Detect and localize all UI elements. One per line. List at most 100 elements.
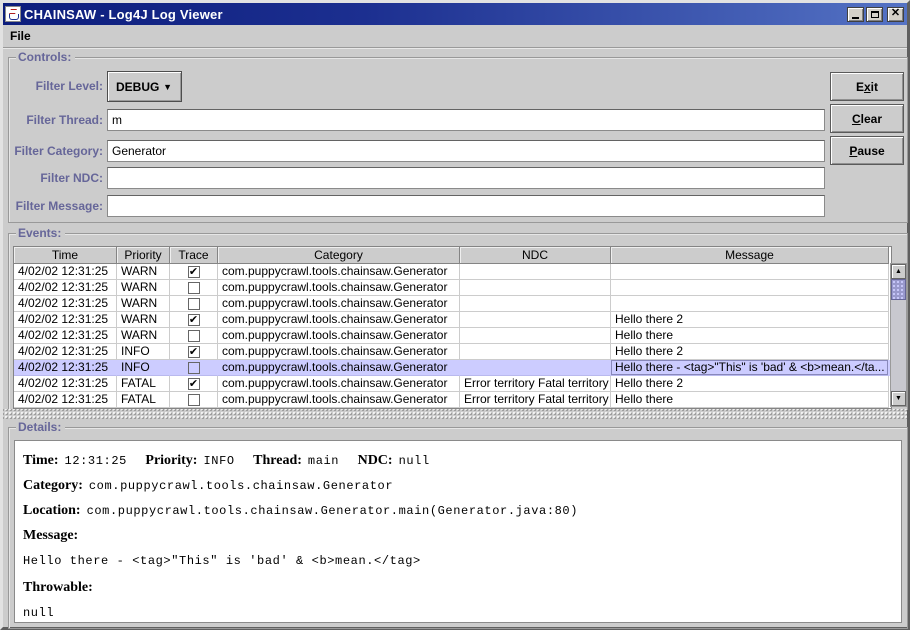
cell-message[interactable] xyxy=(611,296,889,312)
filter-level-combobox[interactable]: DEBUG ▼ xyxy=(107,71,182,102)
cell-time[interactable]: 4/02/02 12:31:25 xyxy=(14,392,117,408)
table-row[interactable]: 4/02/02 12:31:25WARN com.puppycrawl.tools… xyxy=(14,296,891,312)
pause-button[interactable]: Pause xyxy=(830,136,904,165)
cell-ndc[interactable] xyxy=(460,296,611,312)
cell-category[interactable]: com.puppycrawl.tools.chainsaw.Generator xyxy=(218,376,460,392)
scroll-down-button[interactable]: ▼ xyxy=(891,391,906,406)
filter-ndc-input[interactable] xyxy=(107,167,825,189)
table-row[interactable]: 4/02/02 12:31:25WARN ✔ com.puppycrawl.tool… xyxy=(14,312,891,328)
cell-category[interactable]: com.puppycrawl.tools.chainsaw.Generator xyxy=(218,264,460,280)
cell-time[interactable]: 4/02/02 12:31:25 xyxy=(14,328,117,344)
minimize-button[interactable] xyxy=(847,7,864,22)
cell-message[interactable] xyxy=(611,280,889,296)
filter-thread-input[interactable]: m xyxy=(107,109,825,131)
cell-time[interactable]: 4/02/02 12:31:25 xyxy=(14,344,117,360)
cell-time[interactable]: 4/02/02 12:31:25 xyxy=(14,280,117,296)
cell-ndc[interactable]: Error territory Fatal territory xyxy=(460,376,611,392)
checkbox-checked-icon[interactable]: ✔ xyxy=(188,346,200,358)
maximize-button[interactable] xyxy=(866,7,883,22)
cell-trace[interactable] xyxy=(170,280,218,296)
table-row[interactable]: 4/02/02 12:31:25INFO com.puppycrawl.tools… xyxy=(14,360,891,376)
table-row[interactable]: 4/02/02 12:31:25WARN ✔ com.puppycrawl.tool… xyxy=(14,264,891,280)
cell-priority[interactable]: FATAL xyxy=(117,392,170,408)
filter-message-input[interactable] xyxy=(107,195,825,217)
cell-category[interactable]: com.puppycrawl.tools.chainsaw.Generator xyxy=(218,280,460,296)
scroll-up-button[interactable]: ▲ xyxy=(891,264,906,279)
column-header-trace[interactable]: Trace xyxy=(170,247,218,264)
cell-time[interactable]: 4/02/02 12:31:25 xyxy=(14,264,117,280)
cell-message[interactable]: Hello there xyxy=(611,328,889,344)
cell-category[interactable]: com.puppycrawl.tools.chainsaw.Generator xyxy=(218,312,460,328)
checkbox-checked-icon[interactable]: ✔ xyxy=(188,378,200,390)
checkbox-unchecked-icon[interactable] xyxy=(188,282,200,294)
menu-file[interactable]: File xyxy=(3,25,38,47)
cell-trace[interactable]: ✔ xyxy=(170,344,218,360)
checkbox-checked-icon[interactable]: ✔ xyxy=(188,266,200,278)
cell-priority[interactable]: WARN xyxy=(117,328,170,344)
filter-category-input[interactable]: Generator xyxy=(107,140,825,162)
cell-priority[interactable]: FATAL xyxy=(117,376,170,392)
cell-trace[interactable] xyxy=(170,296,218,312)
cell-message[interactable]: Hello there xyxy=(611,392,889,408)
cell-category[interactable]: com.puppycrawl.tools.chainsaw.Generator xyxy=(218,360,460,376)
close-button[interactable]: ✕ xyxy=(887,7,904,22)
cell-trace[interactable]: ✔ xyxy=(170,376,218,392)
clear-button[interactable]: Clear xyxy=(830,104,904,133)
cell-message[interactable]: Hello there 2 xyxy=(611,344,889,360)
cell-priority[interactable]: WARN xyxy=(117,296,170,312)
cell-time[interactable]: 4/02/02 12:31:25 xyxy=(14,360,117,376)
details-ndc-label: NDC: xyxy=(358,453,393,468)
table-row[interactable]: 4/02/02 12:31:25WARN com.puppycrawl.tools… xyxy=(14,328,891,344)
details-text-area[interactable]: Time:12:31:25 Priority:INFO Thread:main … xyxy=(14,440,902,623)
column-header-priority[interactable]: Priority xyxy=(117,247,170,264)
checkbox-checked-icon[interactable]: ✔ xyxy=(188,314,200,326)
cell-ndc[interactable]: Error territory Fatal territory xyxy=(460,392,611,408)
cell-priority[interactable]: INFO xyxy=(117,360,170,376)
events-table-body: 4/02/02 12:31:25WARN✔com.puppycrawl.tool… xyxy=(14,264,891,408)
cell-trace[interactable] xyxy=(170,328,218,344)
cell-priority[interactable]: WARN xyxy=(117,280,170,296)
cell-time[interactable]: 4/02/02 12:31:25 xyxy=(14,376,117,392)
cell-category[interactable]: com.puppycrawl.tools.chainsaw.Generator xyxy=(218,328,460,344)
cell-trace[interactable]: ✔ xyxy=(170,264,218,280)
cell-ndc[interactable] xyxy=(460,360,611,376)
cell-message[interactable]: Hello there 2 xyxy=(611,376,889,392)
checkbox-unchecked-icon[interactable] xyxy=(188,394,200,406)
checkbox-unchecked-icon[interactable] xyxy=(188,298,200,310)
cell-time[interactable]: 4/02/02 12:31:25 xyxy=(14,296,117,312)
cell-message[interactable] xyxy=(611,264,889,280)
checkbox-unchecked-icon[interactable] xyxy=(188,362,200,374)
cell-category[interactable]: com.puppycrawl.tools.chainsaw.Generator xyxy=(218,392,460,408)
cell-trace[interactable] xyxy=(170,360,218,376)
table-row[interactable]: 4/02/02 12:31:25FATAL com.puppycrawl.tool… xyxy=(14,392,891,408)
column-header-ndc[interactable]: NDC xyxy=(460,247,611,264)
filter-level-label: Filter Level: xyxy=(11,79,103,93)
cell-category[interactable]: com.puppycrawl.tools.chainsaw.Generator xyxy=(218,344,460,360)
table-row[interactable]: 4/02/02 12:31:25INFO ✔ com.puppycrawl.tool… xyxy=(14,344,891,360)
scrollbar-thumb[interactable] xyxy=(891,279,906,300)
cell-priority[interactable]: INFO xyxy=(117,344,170,360)
checkbox-unchecked-icon[interactable] xyxy=(188,330,200,342)
cell-trace[interactable]: ✔ xyxy=(170,312,218,328)
cell-category[interactable]: com.puppycrawl.tools.chainsaw.Generator xyxy=(218,296,460,312)
events-vertical-scrollbar[interactable]: ▲ ▼ xyxy=(890,263,907,407)
details-panel: Details: Time:12:31:25 Priority:INFO Thr… xyxy=(8,427,908,629)
cell-ndc[interactable] xyxy=(460,264,611,280)
cell-ndc[interactable] xyxy=(460,280,611,296)
cell-priority[interactable]: WARN xyxy=(117,264,170,280)
cell-ndc[interactable] xyxy=(460,328,611,344)
column-header-time[interactable]: Time xyxy=(14,247,117,264)
cell-ndc[interactable] xyxy=(460,344,611,360)
column-header-category[interactable]: Category xyxy=(218,247,460,264)
cell-priority[interactable]: WARN xyxy=(117,312,170,328)
cell-message[interactable]: Hello there - <tag>"This" is 'bad' & <b>… xyxy=(611,360,889,376)
cell-trace[interactable] xyxy=(170,392,218,408)
table-row[interactable]: 4/02/02 12:31:25FATAL ✔ com.puppycrawl.too… xyxy=(14,376,891,392)
cell-ndc[interactable] xyxy=(460,312,611,328)
cell-message[interactable]: Hello there 2 xyxy=(611,312,889,328)
table-row[interactable]: 4/02/02 12:31:25WARN com.puppycrawl.tools… xyxy=(14,280,891,296)
split-pane-divider[interactable] xyxy=(3,409,907,420)
cell-time[interactable]: 4/02/02 12:31:25 xyxy=(14,312,117,328)
column-header-message[interactable]: Message xyxy=(611,247,889,264)
exit-button[interactable]: Exit xyxy=(830,72,904,101)
